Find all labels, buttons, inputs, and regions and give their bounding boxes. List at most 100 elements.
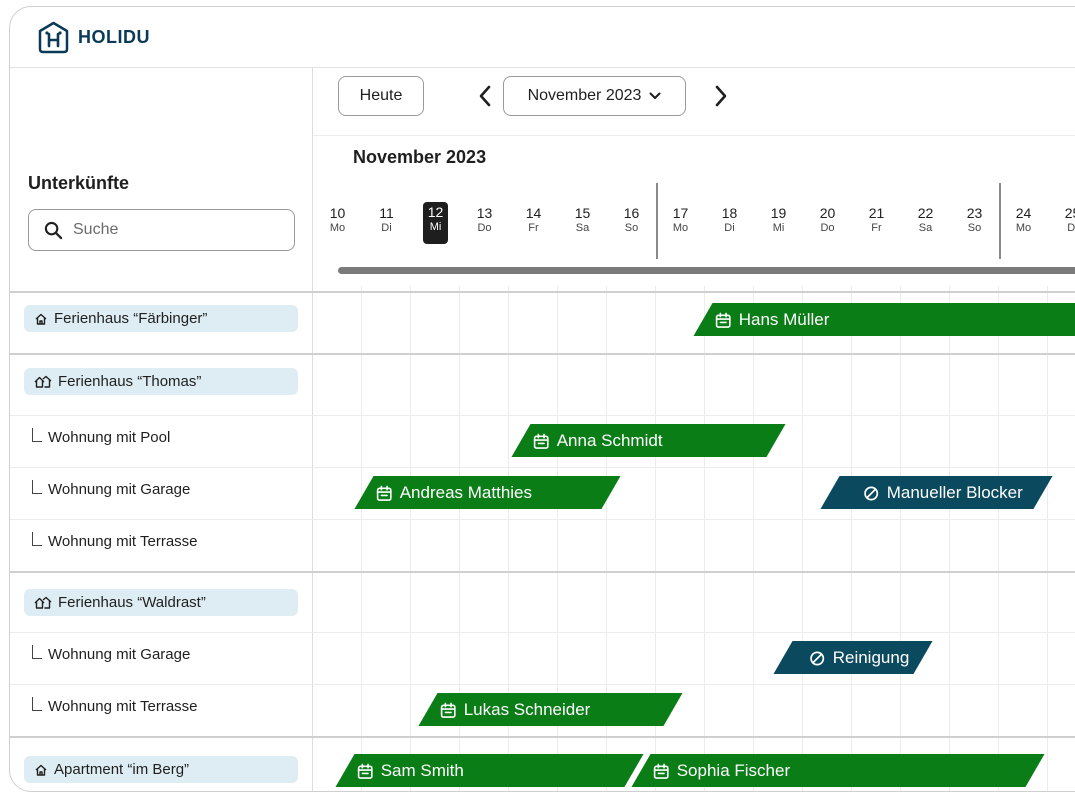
property-label: Ferienhaus “Thomas” [58,373,202,390]
toolbar-divider [313,135,1075,136]
search-input[interactable] [73,221,273,239]
week-separator [656,183,658,259]
day-column-header[interactable]: 20 Do [803,205,852,235]
today-button[interactable]: Heute [338,76,424,116]
weekday-label: Fr [528,222,539,234]
property-group-item[interactable]: Ferienhaus “Waldrast” [24,589,298,616]
day-column-header[interactable]: 14 Fr [509,205,558,235]
day-column-header[interactable]: 11 Di [362,205,411,235]
search-field[interactable] [28,209,295,251]
weekday-label: Di [1067,222,1075,234]
day-label: 15 Sa [558,205,607,235]
bar-content: Sam Smith [357,761,464,781]
booking-bar[interactable]: Andreas Matthies [354,476,622,509]
property-label: Ferienhaus “Waldrast” [58,594,206,611]
booking-bar[interactable]: Sophia Fischer [631,754,1046,787]
logo[interactable]: HOLIDU [37,21,150,54]
weekday-label: Mi [429,221,442,233]
calendar-icon [715,311,732,328]
day-column-header[interactable]: 10 Mo [313,205,362,235]
day-column-header[interactable]: 13 Do [460,205,509,235]
day-number: 15 [574,205,591,221]
day-column-header[interactable]: 18 Di [705,205,754,235]
day-label: 22 Sa [901,205,950,235]
unit-label: Wohnung mit Terrasse [48,533,198,550]
calendar-icon [376,484,393,501]
blocker-bar[interactable]: Reinigung [773,641,933,674]
bar-content: Hans Müller [715,309,830,330]
day-label: 18 Di [705,205,754,235]
prev-month-button[interactable] [472,83,498,109]
chevron-left-icon [479,85,491,107]
timeline-scrollbar[interactable] [338,267,1075,274]
day-number: 22 [917,205,934,221]
property-group-item[interactable]: Ferienhaus “Färbinger” [24,305,298,332]
property-label: Ferienhaus “Färbinger” [54,310,208,327]
booking-bar[interactable]: Hans Müller [693,303,1075,336]
sidebar-title: Unterkünfte [28,173,130,193]
grid-column-line [998,286,999,791]
calendar-icon [533,432,550,449]
grid-column-line [900,286,901,791]
weekday-label: Mi [772,222,785,234]
unit-item[interactable]: Wohnung mit Pool [32,428,170,446]
house-icon [34,312,48,326]
day-column-header[interactable]: 15 Sa [558,205,607,235]
weekday-label: So [624,222,639,234]
weekday-label: Sa [575,222,590,234]
bar-label: Sophia Fischer [677,760,791,780]
property-group-item[interactable]: Ferienhaus “Thomas” [24,368,298,395]
bar-label: Hans Müller [738,309,830,329]
day-column-header[interactable]: 25Di [1048,205,1075,235]
tree-branch-icon [32,428,42,442]
weekday-label: So [967,222,982,234]
day-label: 24 Mo [999,205,1048,235]
row-separator [10,291,1075,293]
booking-bar[interactable]: Sam Smith [335,754,644,787]
day-label: 10 Mo [313,205,362,235]
day-column-header[interactable]: 17 Mo [656,205,705,235]
row-separator [10,632,1075,633]
month-select[interactable]: November 2023 [503,76,686,116]
unit-item[interactable]: Wohnung mit Garage [32,645,190,663]
day-number: 12 [427,204,444,220]
tree-branch-icon [32,532,42,546]
blocker-bar[interactable]: Manueller Blocker [820,476,1053,509]
houses-icon [34,375,52,389]
weekday-label: Mo [1015,222,1032,234]
day-number: 20 [819,205,836,221]
weekday-label: Di [724,222,735,234]
app-window: HOLIDU Unterkünfte Heute November 2023 N… [9,6,1075,792]
bar-content: Andreas Matthies [376,483,533,503]
day-number: 10 [329,205,346,221]
day-number: 16 [623,205,640,221]
day-column-header[interactable]: 21 Fr [852,205,901,235]
next-month-button[interactable] [708,83,734,109]
booking-bar[interactable]: Lukas Schneider [418,693,683,726]
weekday-label: Mo [329,222,346,234]
unit-label: Wohnung mit Garage [48,646,191,663]
bar-content: Anna Schmidt [533,431,663,451]
day-label: 20 Do [803,205,852,235]
row-separator [10,415,1075,416]
day-label: 21 Fr [852,205,901,235]
day-label: 16 So [607,205,656,235]
grid-column-line [1047,286,1048,791]
day-label: 19 Mi [754,205,803,235]
day-column-header[interactable]: 23 So [950,205,999,235]
calendar-icon [440,701,457,718]
weekday-label: Do [820,222,835,234]
day-column-header[interactable]: 19 Mi [754,205,803,235]
weekday-label: Fr [871,222,882,234]
unit-item[interactable]: Wohnung mit Terrasse [32,532,198,550]
day-column-header[interactable]: 22 Sa [901,205,950,235]
day-column-header[interactable]: 16 So [607,205,656,235]
day-column-header[interactable]: 24 Mo [999,205,1048,235]
booking-bar[interactable]: Anna Schmidt [511,424,786,457]
unit-item[interactable]: Wohnung mit Garage [32,480,190,498]
bar-content: Sophia Fischer [653,760,791,781]
unit-item[interactable]: Wohnung mit Terrasse [32,697,198,715]
grid-column-line [361,286,362,791]
day-column-header-today[interactable]: 12 Mi [411,202,460,244]
property-group-item[interactable]: Apartment “im Berg” [24,756,298,783]
